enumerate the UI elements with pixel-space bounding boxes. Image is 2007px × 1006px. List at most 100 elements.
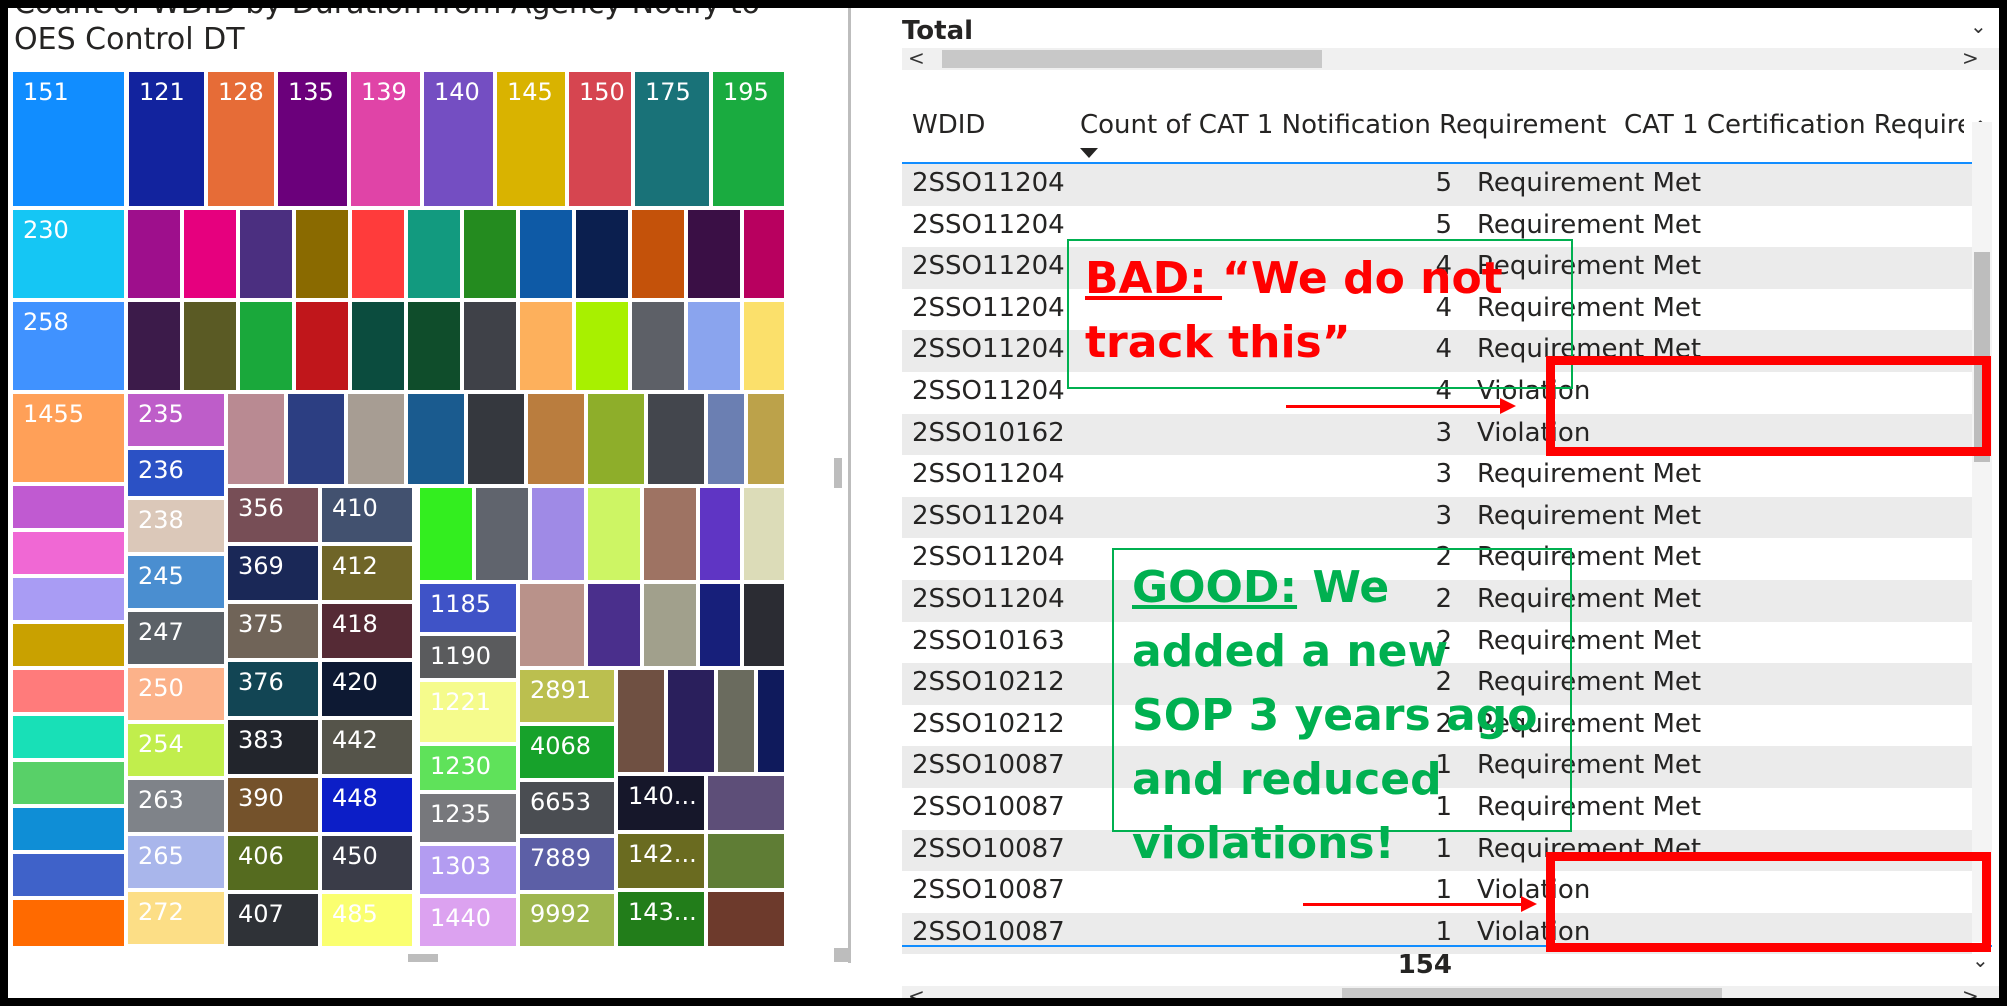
treemap-tile[interactable] <box>706 832 786 890</box>
treemap-tile[interactable] <box>182 208 238 300</box>
treemap-tile[interactable]: 375 <box>226 602 320 660</box>
treemap-tile[interactable]: 412 <box>320 544 414 602</box>
treemap-tile[interactable] <box>716 668 756 774</box>
treemap-tile[interactable]: 142... <box>616 832 706 890</box>
treemap-tile[interactable]: 151 <box>11 70 126 208</box>
treemap-tile[interactable]: 230 <box>11 208 126 300</box>
treemap-tile[interactable]: 238 <box>126 498 226 554</box>
treemap-tile[interactable] <box>686 300 742 392</box>
treemap-tile[interactable] <box>238 300 294 392</box>
treemap-tile[interactable]: 254 <box>126 722 226 778</box>
treemap-tile[interactable]: 235 <box>126 392 226 448</box>
column-header-certification[interactable]: CAT 1 Certification Requirer <box>1624 110 1964 140</box>
treemap-tile[interactable] <box>11 484 126 530</box>
treemap-tile[interactable] <box>746 392 786 486</box>
sort-descending-icon[interactable] <box>1080 148 1098 158</box>
chevron-down-icon[interactable]: ⌄ <box>1970 14 1987 38</box>
treemap-tile[interactable] <box>586 486 642 582</box>
treemap-tile[interactable]: 245 <box>126 554 226 610</box>
treemap-tile[interactable] <box>698 486 742 582</box>
treemap-tile[interactable]: 410 <box>320 486 414 544</box>
treemap-tile[interactable]: 1185 <box>418 582 518 634</box>
treemap-tile[interactable] <box>706 774 786 832</box>
treemap-tile[interactable] <box>706 890 786 948</box>
treemap-tile[interactable]: 121 <box>127 70 206 208</box>
treemap-tile[interactable]: 356 <box>226 486 320 544</box>
treemap-tile[interactable] <box>11 530 126 576</box>
treemap-tile[interactable]: 448 <box>320 776 414 834</box>
treemap-tile[interactable]: 6653 <box>518 780 616 836</box>
treemap-tile[interactable]: 406 <box>226 834 320 892</box>
treemap-tile[interactable]: 390 <box>226 776 320 834</box>
treemap-tile[interactable]: 1440 <box>418 896 518 948</box>
scrollbar-thumb[interactable] <box>942 50 1322 68</box>
treemap-tile[interactable] <box>294 300 350 392</box>
treemap-tile[interactable] <box>11 806 126 852</box>
treemap-tile[interactable]: 140... <box>616 774 706 832</box>
treemap-tile[interactable]: 1455 <box>11 392 126 484</box>
treemap-tile[interactable]: 195 <box>711 70 786 208</box>
treemap-tile[interactable] <box>518 300 574 392</box>
treemap-tile[interactable] <box>686 208 742 300</box>
treemap-tile[interactable] <box>574 300 630 392</box>
vertical-scrollbar[interactable] <box>1972 122 1992 942</box>
treemap-tile[interactable]: 1230 <box>418 744 518 792</box>
treemap-tile[interactable] <box>742 486 786 582</box>
treemap-tile[interactable] <box>586 582 642 668</box>
treemap-tile[interactable]: 143... <box>616 890 706 948</box>
treemap-tile[interactable] <box>11 898 126 948</box>
treemap-tile[interactable] <box>11 714 126 760</box>
treemap-tile[interactable] <box>646 392 706 486</box>
horizontal-scrollbar-top[interactable]: < > <box>902 46 1999 70</box>
treemap-tile[interactable] <box>406 392 466 486</box>
column-header-count[interactable]: Count of CAT 1 Notification Requirement <box>1080 110 1606 140</box>
treemap-tile[interactable] <box>586 392 646 486</box>
treemap-tile[interactable] <box>11 760 126 806</box>
treemap-tile[interactable] <box>11 668 126 714</box>
table-row[interactable]: 2SSO11204 5 Requirement Met <box>902 164 1972 206</box>
horizontal-scrollbar-bottom[interactable]: < > <box>902 984 1999 998</box>
treemap-tile[interactable]: 450 <box>320 834 414 892</box>
treemap-tile[interactable]: 128 <box>206 70 276 208</box>
treemap-tile[interactable] <box>238 208 294 300</box>
treemap-tile[interactable]: 1303 <box>418 844 518 896</box>
treemap-tile[interactable]: 420 <box>320 660 414 718</box>
treemap-tile[interactable] <box>574 208 630 300</box>
treemap-tile[interactable]: 150 <box>567 70 633 208</box>
treemap-tile[interactable]: 145 <box>495 70 567 208</box>
treemap-tile[interactable] <box>466 392 526 486</box>
column-header-wdid[interactable]: WDID <box>912 110 985 140</box>
treemap-tile[interactable]: 135 <box>276 70 349 208</box>
treemap-tile[interactable] <box>642 582 698 668</box>
scroll-right-icon[interactable]: > <box>1962 46 1979 70</box>
treemap-tile[interactable] <box>462 300 518 392</box>
treemap-tile[interactable]: 442 <box>320 718 414 776</box>
treemap-tile[interactable] <box>126 300 182 392</box>
treemap-tile[interactable]: 258 <box>11 300 126 392</box>
treemap-tile[interactable] <box>742 300 786 392</box>
treemap-tile[interactable]: 1221 <box>418 680 518 744</box>
treemap-tile[interactable]: 236 <box>126 448 226 498</box>
treemap-tile[interactable] <box>616 668 666 774</box>
treemap-tile[interactable] <box>294 208 350 300</box>
treemap-tile[interactable] <box>756 668 786 774</box>
treemap-tile[interactable]: 376 <box>226 660 320 718</box>
treemap-tile[interactable] <box>11 622 126 668</box>
treemap-tile[interactable]: 272 <box>126 890 226 946</box>
treemap-tile[interactable] <box>474 486 530 582</box>
treemap-tile[interactable] <box>698 582 742 668</box>
treemap-tile[interactable]: 4068 <box>518 724 616 780</box>
table-row[interactable]: 2SSO11204 3 Requirement Met <box>902 455 1972 497</box>
treemap-tile[interactable] <box>666 668 716 774</box>
treemap-tile[interactable]: 2891 <box>518 668 616 724</box>
scrollbar-thumb[interactable] <box>1342 988 1722 998</box>
treemap-tile[interactable]: 9992 <box>518 892 616 948</box>
treemap-tile[interactable]: 383 <box>226 718 320 776</box>
resize-handle-bottom[interactable] <box>408 954 438 962</box>
scroll-right-icon[interactable]: > <box>1962 984 1979 998</box>
treemap-tile[interactable] <box>742 208 786 300</box>
treemap-tile[interactable] <box>742 582 786 668</box>
treemap-tile[interactable]: 369 <box>226 544 320 602</box>
treemap-tile[interactable]: 175 <box>633 70 711 208</box>
treemap-tile[interactable] <box>418 486 474 582</box>
